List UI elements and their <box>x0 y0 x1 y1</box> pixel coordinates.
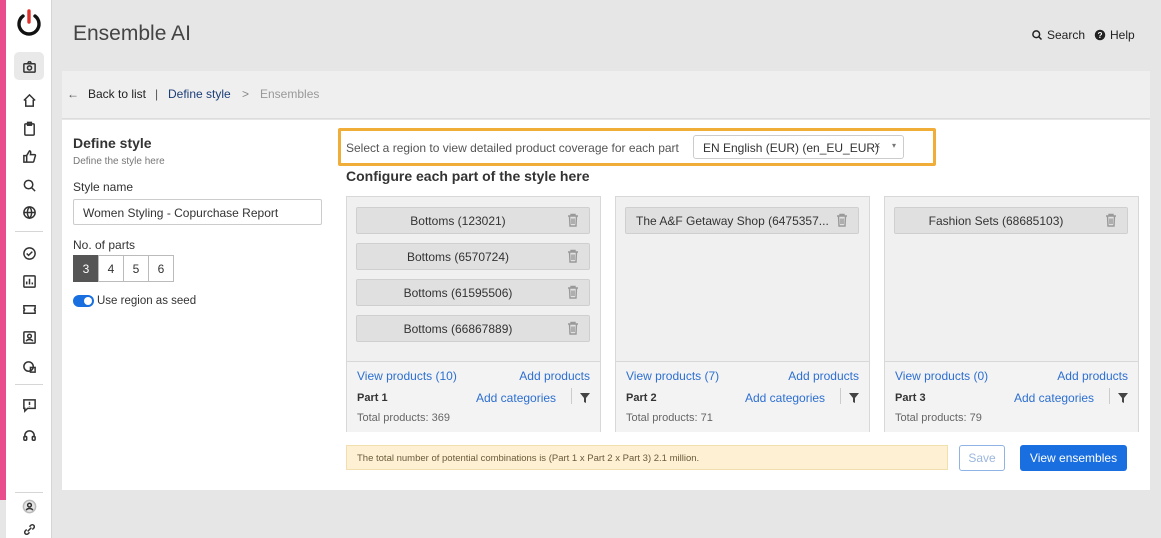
region-seed-toggle[interactable] <box>73 295 94 307</box>
feedback-icon[interactable] <box>20 396 38 414</box>
shapes-icon[interactable] <box>20 357 38 375</box>
total-products: Total products: 369 <box>357 412 450 424</box>
breadcrumb-separator: | <box>155 87 159 101</box>
parts-selector: 3 4 5 6 <box>73 255 174 282</box>
trash-icon[interactable] <box>567 321 579 335</box>
part-panel-1: Bottoms (123021) Bottoms (6570724) Botto… <box>346 196 601 432</box>
trash-icon[interactable] <box>567 249 579 263</box>
breadcrumb-define-style[interactable]: Define style <box>168 87 231 101</box>
total-products: Total products: 71 <box>626 412 713 424</box>
home-icon[interactable] <box>20 91 38 109</box>
part-panel-3: Fashion Sets (68685103) View products (0… <box>884 196 1139 432</box>
style-name-input[interactable]: Women Styling - Copurchase Report <box>73 199 322 225</box>
filter-icon[interactable] <box>1118 392 1128 403</box>
chart-icon[interactable] <box>20 272 38 290</box>
save-button[interactable]: Save <box>959 445 1005 471</box>
part-name: Part 1 <box>357 392 388 404</box>
app-title: Ensemble AI <box>73 22 191 45</box>
clipboard-icon[interactable] <box>20 119 38 137</box>
globe-icon[interactable] <box>20 203 38 221</box>
parts-label: No. of parts <box>73 238 136 252</box>
power-logo-icon[interactable] <box>15 8 43 38</box>
search-link[interactable]: Search <box>1031 28 1085 42</box>
ticket-icon[interactable] <box>20 300 38 318</box>
region-seed-label: Use region as seed <box>97 295 197 307</box>
part-item: Fashion Sets (68685103) <box>894 207 1128 234</box>
sidebar-divider <box>15 492 43 493</box>
sidebar-divider <box>15 231 43 232</box>
view-products-link[interactable]: View products (10) <box>357 369 457 383</box>
add-products-link[interactable]: Add products <box>1057 369 1128 383</box>
support-icon[interactable] <box>20 426 38 444</box>
link-icon[interactable] <box>20 520 38 538</box>
add-products-link[interactable]: Add products <box>519 369 590 383</box>
define-style-subheading: Define the style here <box>73 156 165 167</box>
part-footer: View products (10) Add products Part 1 A… <box>347 361 600 432</box>
total-products: Total products: 79 <box>895 412 982 424</box>
region-select[interactable]: EN English (EUR) (en_EU_EUR) <box>693 135 904 159</box>
user-icon[interactable] <box>20 497 38 515</box>
svg-text:?: ? <box>1097 31 1102 40</box>
breadcrumb-ensembles[interactable]: Ensembles <box>260 87 319 101</box>
view-products-link[interactable]: View products (7) <box>626 369 719 383</box>
divider <box>840 388 841 404</box>
configure-heading: Configure each part of the style here <box>346 168 590 184</box>
add-categories-link[interactable]: Add categories <box>476 391 556 405</box>
search-icon <box>1032 30 1043 41</box>
help-label: Help <box>1110 28 1135 42</box>
add-products-link[interactable]: Add products <box>788 369 859 383</box>
style-name-label: Style name <box>73 180 134 194</box>
search-label: Search <box>1047 28 1086 42</box>
trash-icon[interactable] <box>836 213 848 227</box>
camera-icon <box>20 57 38 75</box>
part-name: Part 2 <box>626 392 657 404</box>
help-icon: ? <box>1094 29 1106 41</box>
clear-icon[interactable]: × <box>874 140 880 152</box>
breadcrumb-arrow: > <box>242 87 250 101</box>
parts-option-6[interactable]: 6 <box>148 255 174 282</box>
divider <box>571 388 572 404</box>
sidebar-divider <box>15 384 43 385</box>
add-categories-link[interactable]: Add categories <box>1014 391 1094 405</box>
combinations-info: The total number of potential combinatio… <box>346 445 948 470</box>
filter-icon[interactable] <box>849 392 859 403</box>
part-item: Bottoms (6570724) <box>356 243 590 270</box>
sidebar <box>6 0 52 538</box>
thumbs-up-icon[interactable] <box>20 147 38 165</box>
chevron-down-icon[interactable]: ▾ <box>892 141 896 150</box>
trash-icon[interactable] <box>567 213 579 227</box>
search-icon[interactable] <box>20 176 38 194</box>
view-products-link[interactable]: View products (0) <box>895 369 988 383</box>
back-arrow-icon[interactable]: ← <box>67 87 79 101</box>
part-item: Bottoms (123021) <box>356 207 590 234</box>
part-item: Bottoms (66867889) <box>356 315 590 342</box>
part-footer: View products (7) Add products Part 2 Ad… <box>616 361 869 432</box>
filter-icon[interactable] <box>580 392 590 403</box>
part-item: The A&F Getaway Shop (6475357... <box>625 207 859 234</box>
region-label: Select a region to view detailed product… <box>346 141 679 155</box>
help-link[interactable]: ? Help <box>1094 28 1135 42</box>
part-name: Part 3 <box>895 392 926 404</box>
view-ensembles-button[interactable]: View ensembles <box>1020 445 1127 471</box>
parts-option-4[interactable]: 4 <box>98 255 124 282</box>
part-panel-2: The A&F Getaway Shop (6475357... View pr… <box>615 196 870 432</box>
part-footer: View products (0) Add products Part 3 Ad… <box>885 361 1138 432</box>
define-style-heading: Define style <box>73 135 152 151</box>
parts-option-5[interactable]: 5 <box>123 255 149 282</box>
back-to-list-link[interactable]: Back to list <box>88 87 146 101</box>
contact-icon[interactable] <box>20 328 38 346</box>
trash-icon[interactable] <box>1105 213 1117 227</box>
parts-option-3[interactable]: 3 <box>73 255 99 282</box>
badge-check-icon[interactable] <box>20 244 38 262</box>
add-categories-link[interactable]: Add categories <box>745 391 825 405</box>
divider <box>1109 388 1110 404</box>
part-item: Bottoms (61595506) <box>356 279 590 306</box>
trash-icon[interactable] <box>567 285 579 299</box>
